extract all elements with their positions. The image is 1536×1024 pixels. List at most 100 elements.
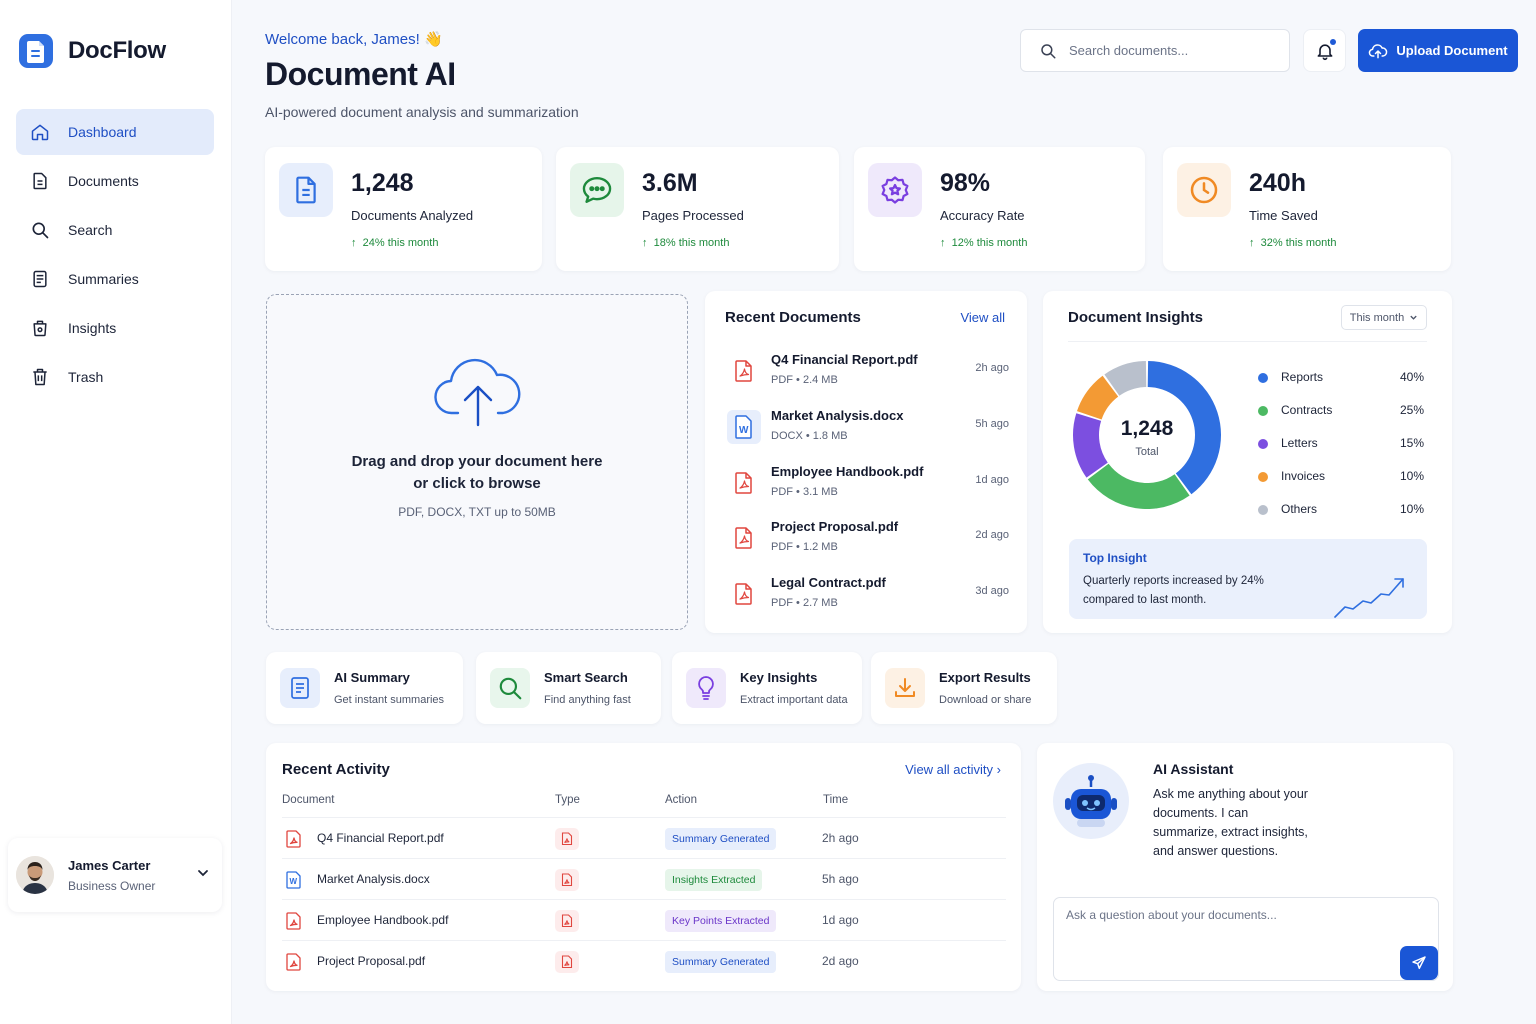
stat-value: 240h <box>1249 169 1306 197</box>
brand[interactable]: DocFlow <box>18 32 166 70</box>
feature-card-export-results[interactable]: Export Results Download or share <box>871 652 1057 724</box>
legend-item-invoices: Invoices 10% <box>1258 468 1424 488</box>
sidebar-item-label: Dashboard <box>68 124 137 140</box>
stat-card-time-saved: 240h Time Saved ↑ 32% this month <box>1163 147 1451 271</box>
document-name: Q4 Financial Report.pdf <box>771 352 918 367</box>
stat-card-pages-processed: 3.6M Pages Processed ↑ 18% this month <box>556 147 839 271</box>
feature-card-ai-summary[interactable]: AI Summary Get instant summaries <box>266 652 463 724</box>
feature-card-smart-search[interactable]: Smart Search Find anything fast <box>476 652 661 724</box>
pdf-file-icon <box>727 521 761 555</box>
document-name: Project Proposal.pdf <box>771 519 899 534</box>
page-title: Document AI <box>265 56 456 92</box>
stat-icon-container <box>1177 163 1231 217</box>
user-role: Business Owner <box>68 878 156 893</box>
table-row[interactable]: Project Proposal.pdf Summary Generated 2… <box>282 940 1006 981</box>
stat-card-accuracy-rate: 98% Accuracy Rate ↑ 12% this month <box>854 147 1145 271</box>
document-time: 2d ago <box>975 529 1009 541</box>
document-list-item[interactable]: Project Proposal.pdf PDF • 1.2 MB 2d ago <box>727 519 1009 569</box>
legend-item-others: Others 10% <box>1258 501 1424 521</box>
document-icon <box>33 172 47 190</box>
action-badge: Key Points Extracted <box>665 910 777 932</box>
sidebar-item-insights[interactable]: Insights <box>16 305 214 351</box>
legend-value: 40% <box>1399 370 1424 384</box>
insights-icon <box>33 320 47 337</box>
activity-document-name: Q4 Financial Report.pdf <box>317 831 444 845</box>
column-header-action: Action <box>665 794 697 806</box>
activity-document-name: Employee Handbook.pdf <box>317 913 449 927</box>
stat-card-documents-analyzed: 1,248 Documents Analyzed ↑ 24% this mont… <box>265 147 542 271</box>
feature-card-key-insights[interactable]: Key Insights Extract important data <box>672 652 862 724</box>
svg-text:W: W <box>290 877 298 886</box>
legend-value: 15% <box>1399 436 1424 450</box>
view-all-documents-link[interactable]: View all <box>960 310 1005 325</box>
document-meta: PDF • 2.4 MB <box>771 374 838 386</box>
legend-swatch <box>1258 505 1268 515</box>
chevron-down-icon[interactable] <box>196 866 210 880</box>
svg-text:W: W <box>739 425 749 436</box>
sidebar-item-label: Insights <box>68 320 117 336</box>
trend-up-icon <box>1334 578 1404 618</box>
sidebar-item-summaries[interactable]: Summaries <box>16 256 214 302</box>
document-time: 1d ago <box>975 474 1009 486</box>
arrow-up-icon: ↑ <box>1249 237 1255 249</box>
sidebar-item-documents[interactable]: Documents <box>16 158 214 204</box>
table-row[interactable]: W Market Analysis.docx Insights Extracte… <box>282 858 1006 899</box>
upload-document-button[interactable]: Upload Document <box>1358 29 1518 72</box>
legend-value: 25% <box>1399 403 1424 417</box>
legend-swatch <box>1258 406 1268 416</box>
document-list-item[interactable]: Q4 Financial Report.pdf PDF • 2.4 MB 2h … <box>727 352 1009 402</box>
assistant-question-input[interactable] <box>1066 908 1396 968</box>
column-header-type: Type <box>555 794 580 806</box>
sidebar-item-dashboard[interactable]: Dashboard <box>16 109 214 155</box>
search-input[interactable] <box>1069 43 1269 58</box>
feature-title: AI Summary <box>334 670 410 685</box>
legend-swatch <box>1258 439 1268 449</box>
page-subtitle: AI-powered document analysis and summari… <box>265 104 579 120</box>
view-all-activity-link[interactable]: View all activity › <box>905 762 1001 777</box>
feature-subtitle: Extract important data <box>740 694 848 706</box>
send-button[interactable] <box>1400 946 1438 980</box>
activity-time: 1d ago <box>822 913 859 927</box>
stat-delta-text: 32% this month <box>1260 237 1337 249</box>
upload-dropzone[interactable]: Drag and drop your document here or clic… <box>266 294 688 630</box>
panel-title: Recent Documents <box>725 309 861 326</box>
assistant-input-box[interactable] <box>1053 897 1439 981</box>
document-list-item[interactable]: Legal Contract.pdf PDF • 2.7 MB 3d ago <box>727 575 1009 625</box>
assistant-description: Ask me anything about your documents. I … <box>1153 787 1308 858</box>
search-bar[interactable] <box>1020 29 1290 72</box>
chevron-down-icon <box>1410 315 1417 320</box>
period-select-value: This month <box>1349 311 1405 324</box>
dropzone-title: Drag and drop your document here <box>351 453 603 470</box>
file-type-icon <box>555 828 579 850</box>
pdf-file-icon <box>286 912 301 930</box>
stat-value: 3.6M <box>642 169 698 197</box>
summary-icon <box>33 270 47 288</box>
table-row[interactable]: Employee Handbook.pdf Key Points Extract… <box>282 899 1006 940</box>
sidebar-item-trash[interactable]: Trash <box>16 354 214 400</box>
document-list-item[interactable]: W Market Analysis.docx DOCX • 1.8 MB 5h … <box>727 408 1009 458</box>
dropzone-hint: PDF, DOCX, TXT up to 50MB <box>398 505 556 519</box>
user-profile-card[interactable]: James Carter Business Owner <box>8 838 222 912</box>
stat-delta: ↑ 18% this month <box>642 237 729 249</box>
download-icon <box>895 678 915 697</box>
feature-title: Key Insights <box>740 670 818 685</box>
document-list-item[interactable]: Employee Handbook.pdf PDF • 3.1 MB 1d ag… <box>727 464 1009 514</box>
legend-swatch <box>1258 373 1268 383</box>
sidebar: DocFlow Dashboard Documents Search Summa… <box>0 0 232 1024</box>
search-icon <box>1041 43 1056 58</box>
legend-item-letters: Letters 15% <box>1258 435 1424 455</box>
arrow-up-icon: ↑ <box>940 237 946 249</box>
document-meta: PDF • 1.2 MB <box>771 541 838 553</box>
arrow-up-icon: ↑ <box>351 237 357 249</box>
sidebar-item-search[interactable]: Search <box>16 207 214 253</box>
period-select[interactable]: This month <box>1341 305 1427 330</box>
column-header-time: Time <box>823 794 849 806</box>
upload-label: Upload Document <box>1396 43 1508 58</box>
file-type-icon <box>555 951 579 973</box>
cloud-upload-icon <box>434 358 521 427</box>
badge-star-icon <box>881 176 909 204</box>
legend-label: Others <box>1281 502 1318 516</box>
notifications-button[interactable] <box>1303 29 1346 72</box>
table-row[interactable]: Q4 Financial Report.pdf Summary Generate… <box>282 817 1006 858</box>
notification-dot <box>1330 39 1336 45</box>
